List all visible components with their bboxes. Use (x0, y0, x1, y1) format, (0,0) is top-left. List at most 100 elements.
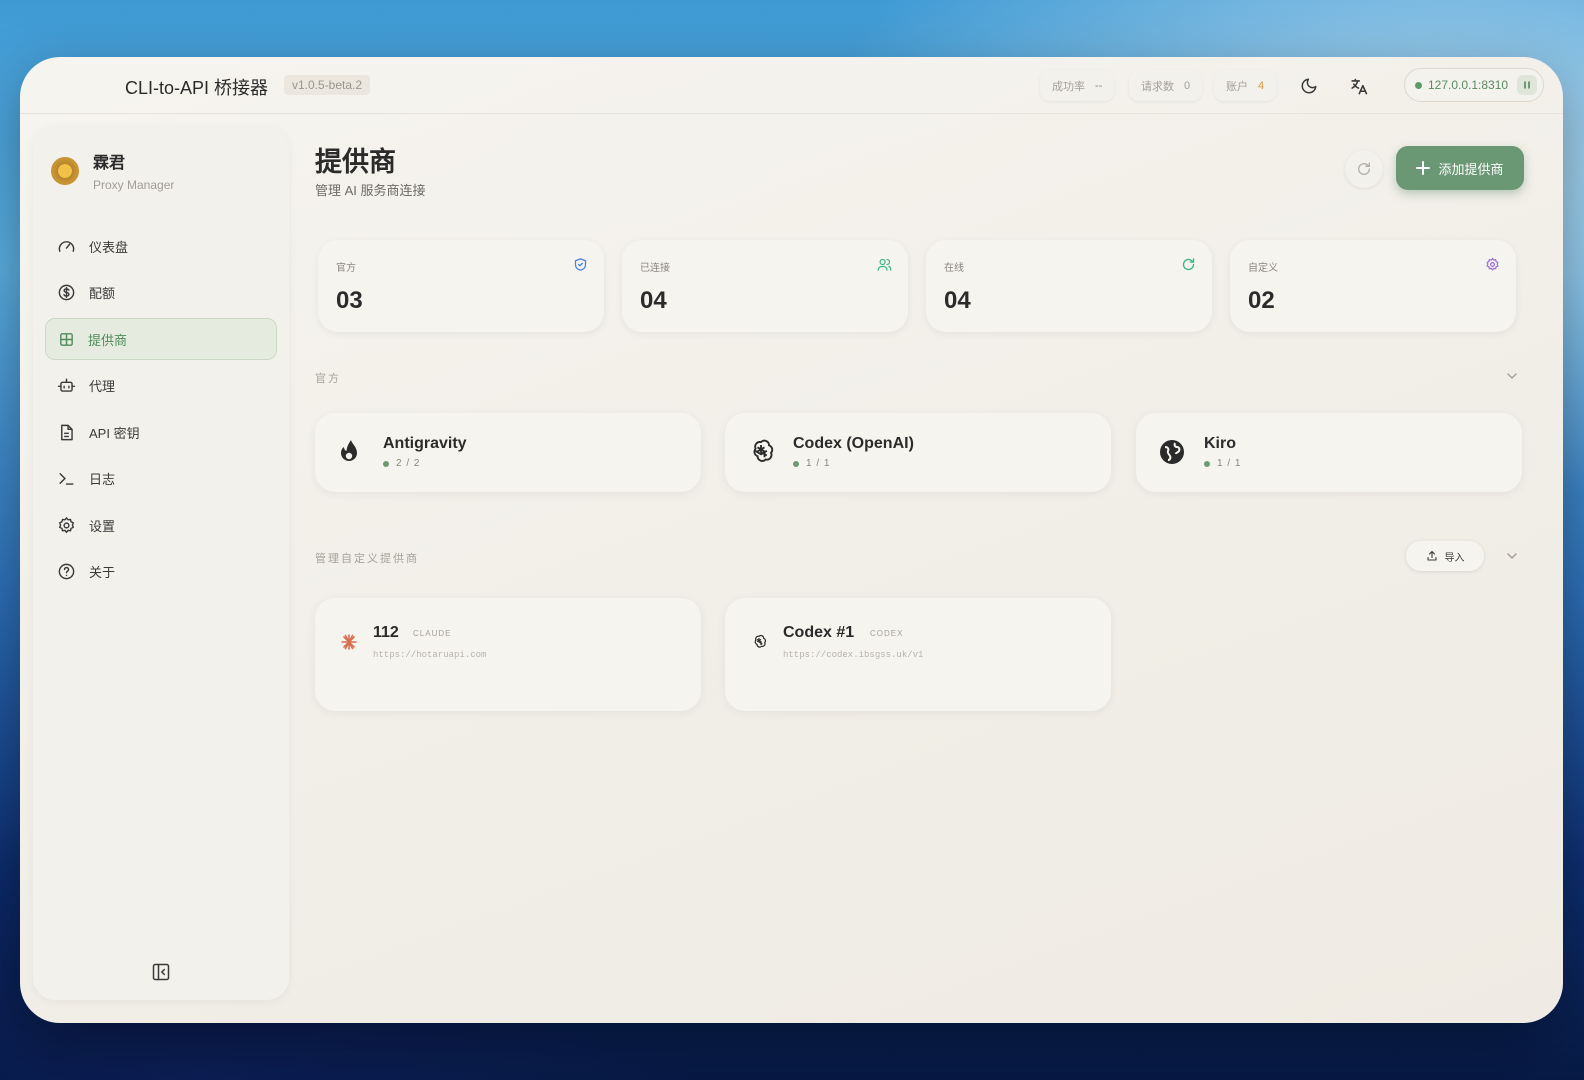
status-dot (793, 460, 799, 467)
add-provider-button[interactable]: 添加提供商 (1396, 146, 1524, 190)
official-section-label: 官方 (315, 373, 341, 385)
custom-provider-name: Codex #1 (783, 624, 855, 641)
sidebar-item-label: 提供商 (88, 332, 128, 348)
collapse-sidebar-icon[interactable] (151, 962, 171, 982)
provider-name: Kiro (1204, 435, 1236, 452)
claude-icon (341, 634, 357, 650)
provider-card-codex-openai[interactable]: Codex (OpenAI) 1 / 1 (725, 413, 1111, 492)
status-dot (383, 460, 389, 467)
stat-card-connected: 已连接 04 (622, 240, 908, 332)
app-window: CLI-to-API 桥接器 v1.0.5-beta.2 成功率 -- 请求数 … (20, 57, 1563, 1023)
sidebar-item-quota[interactable]: 配额 (45, 272, 277, 314)
stat-card-online: 在线 04 (926, 240, 1212, 332)
chevron-down-icon[interactable] (1505, 369, 1519, 383)
help-circle-icon (58, 563, 75, 580)
custom-section-label: 管理自定义提供商 (315, 553, 419, 565)
page-subtitle: 管理 AI 服务商连接 (315, 183, 426, 198)
provider-url: https://hotaruapi.com (373, 650, 487, 660)
shield-icon (574, 258, 587, 271)
provider-status: 1 / 1 (1204, 458, 1241, 469)
sidebar-item-label: 设置 (89, 518, 116, 534)
stat-card-official: 官方 03 (318, 240, 604, 332)
top-bar: CLI-to-API 桥接器 v1.0.5-beta.2 成功率 -- 请求数 … (20, 57, 1563, 114)
custom-provider-card[interactable]: Codex #1 CODEX https://codex.ibsgss.uk/v… (725, 598, 1111, 711)
plus-icon (1416, 161, 1431, 175)
sidebar: 霖君 Proxy Manager 仪表盘 配额 提供商 代理 API 密钥 日志… (33, 127, 289, 1000)
sidebar-nav: 仪表盘 配额 提供商 代理 API 密钥 日志 设置 关于 (45, 225, 277, 597)
bot-icon (57, 378, 76, 392)
requests-label: 请求数 (1141, 80, 1174, 93)
provider-status: 1 / 1 (793, 458, 830, 469)
sidebar-item-about[interactable]: 关于 (45, 551, 277, 593)
upload-icon (1426, 550, 1437, 561)
globe-icon (1160, 440, 1184, 464)
refresh-icon (1358, 162, 1370, 175)
provider-type-tag: CLAUDE (413, 629, 452, 638)
gear-icon (1486, 257, 1499, 271)
provider-count: 2 / 2 (396, 458, 421, 469)
provider-type-tag: CODEX (870, 629, 904, 638)
stat-card-custom: 自定义 02 (1230, 240, 1516, 332)
flame-icon (341, 440, 357, 461)
sidebar-item-logs[interactable]: 日志 (45, 458, 277, 500)
sidebar-item-providers[interactable]: 提供商 (45, 318, 277, 360)
provider-name: Codex (OpenAI) (793, 435, 914, 452)
success-rate-pill: 成功率 -- (1040, 70, 1115, 101)
users-icon (877, 258, 892, 271)
openai-icon (753, 439, 774, 462)
stat-label: 官方 (336, 263, 356, 274)
lion-logo-icon (51, 156, 79, 185)
refresh-button[interactable] (1345, 150, 1383, 188)
brand-name: 霖君 (93, 155, 126, 172)
requests-pill: 请求数 0 (1129, 70, 1203, 101)
translate-icon[interactable] (1344, 72, 1372, 100)
server-address: 127.0.0.1:8310 (1428, 78, 1509, 92)
provider-name: Antigravity (383, 435, 467, 452)
page-title: 提供商 (315, 147, 396, 177)
status-dot (1204, 460, 1210, 467)
success-rate-label: 成功率 (1052, 80, 1085, 93)
openai-icon (754, 634, 766, 648)
provider-url: https://codex.ibsgss.uk/v1 (783, 650, 924, 660)
chevron-down-icon[interactable] (1505, 549, 1519, 563)
grid-icon (60, 332, 73, 346)
provider-status: 2 / 2 (383, 458, 420, 469)
sidebar-item-label: 仪表盘 (89, 239, 129, 255)
stat-label: 自定义 (1248, 263, 1278, 274)
provider-card-antigravity[interactable]: Antigravity 2 / 2 (315, 413, 701, 492)
stat-label: 在线 (944, 263, 964, 274)
pause-icon[interactable] (1517, 75, 1537, 95)
stat-value: 04 (944, 287, 971, 314)
stat-value: 02 (1248, 287, 1275, 314)
terminal-icon (59, 473, 74, 485)
sidebar-item-label: API 密钥 (89, 425, 140, 441)
add-provider-label: 添加提供商 (1438, 161, 1504, 177)
stat-value: 04 (640, 287, 667, 314)
server-status[interactable]: 127.0.0.1:8310 (1404, 68, 1544, 102)
sidebar-item-label: 关于 (89, 565, 116, 580)
moon-icon[interactable] (1295, 72, 1323, 100)
import-label: 导入 (1444, 552, 1465, 564)
accounts-value: 4 (1258, 79, 1265, 92)
online-dot (1415, 81, 1422, 89)
custom-provider-name: 112 (373, 624, 399, 641)
gear-icon (58, 516, 75, 533)
sidebar-item-settings[interactable]: 设置 (45, 504, 277, 546)
sidebar-item-dashboard[interactable]: 仪表盘 (45, 225, 277, 267)
custom-provider-card[interactable]: 112 CLAUDE https://hotaruapi.com (315, 598, 701, 711)
app-title: CLI-to-API 桥接器 (125, 78, 269, 98)
sidebar-item-label: 日志 (89, 472, 116, 487)
provider-card-kiro[interactable]: Kiro 1 / 1 (1136, 413, 1522, 492)
sidebar-item-api-keys[interactable]: API 密钥 (45, 411, 277, 453)
document-icon (61, 424, 73, 440)
gauge-icon (58, 240, 75, 252)
version-badge: v1.0.5-beta.2 (284, 75, 371, 95)
provider-count: 1 / 1 (1217, 458, 1242, 469)
sidebar-item-proxy[interactable]: 代理 (45, 365, 277, 407)
refresh-icon (1182, 258, 1195, 271)
accounts-label: 账户 (1226, 80, 1248, 93)
stat-value: 03 (336, 287, 363, 314)
brand-subtitle: Proxy Manager (93, 178, 175, 192)
stat-label: 已连接 (640, 263, 670, 274)
import-button[interactable]: 导入 (1406, 541, 1484, 571)
